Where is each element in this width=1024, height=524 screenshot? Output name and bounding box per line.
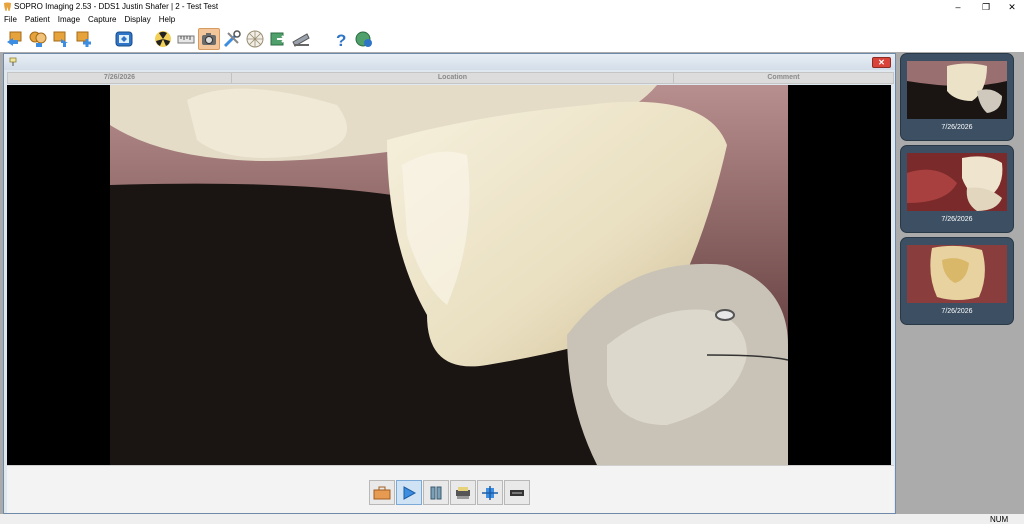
menu-display[interactable]: Display	[121, 14, 155, 26]
export-icon[interactable]	[267, 28, 289, 50]
pin-icon[interactable]	[9, 57, 17, 66]
menu-help[interactable]: Help	[155, 14, 179, 26]
thumbnail-3[interactable]: 7/26/2026	[900, 237, 1014, 325]
thumbnail-image	[907, 245, 1007, 303]
tooth-app-icon	[4, 2, 11, 11]
main-dental-image[interactable]	[7, 85, 891, 465]
toolbox-icon[interactable]	[369, 480, 395, 505]
scanner-icon[interactable]	[450, 480, 476, 505]
xray-icon[interactable]	[152, 28, 174, 50]
minimize-button[interactable]: –	[944, 0, 972, 14]
thumbnail-image	[907, 153, 1007, 211]
column-headers: 7/26/2026 Location Comment	[7, 72, 894, 84]
battery-icon[interactable]	[504, 480, 530, 505]
thumbnail-image	[907, 61, 1007, 119]
tools-icon[interactable]	[221, 28, 243, 50]
column-comment[interactable]: Comment	[674, 73, 893, 83]
tablet-icon[interactable]	[113, 28, 135, 50]
status-bar: NUM	[0, 514, 1024, 524]
adjust-icon[interactable]	[477, 480, 503, 505]
window-title: SOPRO Imaging 2.53 - DDS1 Justin Shafer …	[14, 2, 219, 11]
thumbnail-date: 7/26/2026	[941, 308, 973, 315]
svg-text:?: ?	[336, 31, 346, 49]
thumbnail-date: 7/26/2026	[941, 124, 973, 131]
help-icon[interactable]: ?	[330, 28, 352, 50]
camera-icon[interactable]	[198, 28, 220, 50]
viewer-header: ✕	[4, 54, 895, 70]
import-icon[interactable]	[50, 28, 72, 50]
thumbnail-2[interactable]: 7/26/2026	[900, 145, 1014, 233]
ruler-icon[interactable]	[175, 28, 197, 50]
column-date[interactable]: 7/26/2026	[8, 73, 232, 83]
add-patient-icon[interactable]	[73, 28, 95, 50]
viewer-close-button[interactable]: ✕	[872, 57, 891, 68]
arrow-left-icon[interactable]	[4, 28, 26, 50]
maximize-button[interactable]: ❐	[972, 0, 1000, 14]
menu-patient[interactable]: Patient	[21, 14, 54, 26]
menu-bar: File Patient Image Capture Display Help	[0, 14, 1024, 26]
num-lock-indicator: NUM	[990, 515, 1009, 524]
viewer-controls	[7, 465, 894, 513]
thumbnail-date: 7/26/2026	[941, 216, 973, 223]
columns-icon[interactable]	[423, 480, 449, 505]
close-button[interactable]: ✕	[998, 0, 1024, 14]
toolbar: ?	[0, 26, 1024, 52]
teeth-chart-icon[interactable]	[244, 28, 266, 50]
menu-file[interactable]: File	[0, 14, 21, 26]
title-bar: SOPRO Imaging 2.53 - DDS1 Justin Shafer …	[0, 0, 1024, 14]
column-location[interactable]: Location	[232, 73, 674, 83]
menu-capture[interactable]: Capture	[84, 14, 120, 26]
play-icon[interactable]	[396, 480, 422, 505]
menu-image[interactable]: Image	[54, 14, 84, 26]
intraoral-photo	[110, 85, 789, 465]
thumbnail-1[interactable]: 7/26/2026	[900, 53, 1014, 141]
patients-icon[interactable]	[27, 28, 49, 50]
image-viewer: ✕ 7/26/2026 Location Comment	[3, 53, 896, 514]
scanner-icon[interactable]	[290, 28, 312, 50]
update-icon[interactable]	[353, 28, 375, 50]
